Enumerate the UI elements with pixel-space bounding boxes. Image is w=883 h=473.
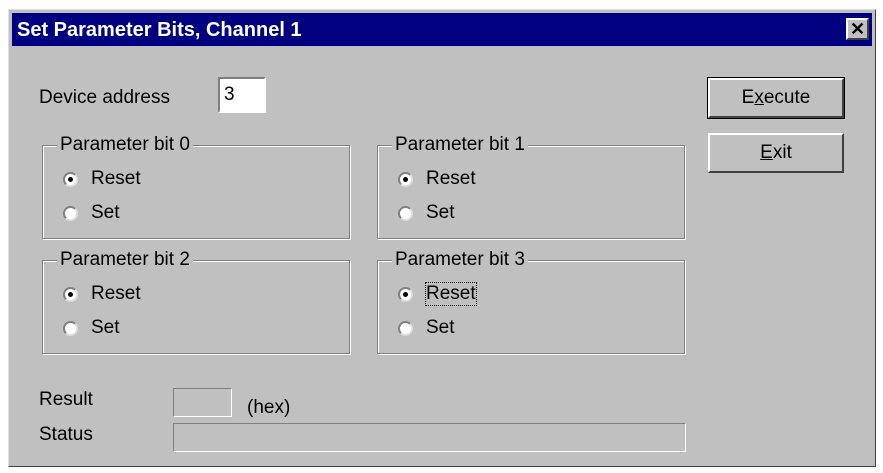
parameter-bit-0-reset-option[interactable]: Reset <box>63 168 141 190</box>
result-field <box>173 388 232 417</box>
radio-button-checked[interactable] <box>398 286 413 302</box>
radio-label: Set <box>91 202 120 223</box>
parameter-bit-0-set-option[interactable]: Set <box>63 202 120 224</box>
parameter-bit-0-group: Parameter bit 0 Reset Set <box>42 134 350 239</box>
radio-label: Set <box>426 317 455 338</box>
execute-button[interactable]: Ex ecute <box>707 77 845 119</box>
execute-label-pre: E <box>741 87 755 108</box>
radio-button[interactable] <box>398 320 413 336</box>
execute-label-accel: x <box>754 87 764 108</box>
result-label: Result <box>39 389 93 410</box>
parameter-bit-3-title: Parameter bit 3 <box>392 249 528 271</box>
radio-button-checked[interactable] <box>398 171 413 187</box>
status-label: Status <box>39 424 93 445</box>
parameter-bit-1-set-option[interactable]: Set <box>398 202 455 224</box>
status-field <box>173 423 686 452</box>
device-address-label: Device address <box>39 87 170 108</box>
parameter-bit-3-reset-option[interactable]: Reset <box>398 282 477 306</box>
radio-button-checked[interactable] <box>63 286 78 302</box>
device-address-input[interactable]: 3 <box>218 77 266 113</box>
exit-button[interactable]: Exit <box>708 133 844 173</box>
parameter-bit-2-title: Parameter bit 2 <box>57 249 193 271</box>
radio-button[interactable] <box>398 205 413 221</box>
parameter-bit-2-reset-option[interactable]: Reset <box>63 283 141 305</box>
parameter-bit-0-title: Parameter bit 0 <box>57 134 193 156</box>
radio-button[interactable] <box>63 320 78 336</box>
parameter-bit-3-set-option[interactable]: Set <box>398 317 455 339</box>
parameter-bit-2-group: Parameter bit 2 Reset Set <box>42 249 350 354</box>
result-unit-label: (hex) <box>247 397 291 418</box>
dialog-window: Set Parameter Bits, Channel 1 ✕ Device a… <box>8 9 876 467</box>
parameter-bit-3-group: Parameter bit 3 Reset Set <box>377 249 685 354</box>
radio-label: Set <box>91 317 120 338</box>
close-icon: ✕ <box>849 19 866 39</box>
execute-label-post: ecute <box>763 87 811 108</box>
radio-label-focused: Reset <box>425 282 477 306</box>
radio-label: Reset <box>91 168 141 189</box>
parameter-bit-1-group: Parameter bit 1 Reset Set <box>377 134 685 239</box>
radio-label: Reset <box>426 168 476 189</box>
parameter-bit-2-set-option[interactable]: Set <box>63 317 120 339</box>
radio-label: Reset <box>91 283 141 304</box>
radio-button[interactable] <box>63 205 78 221</box>
window-title: Set Parameter Bits, Channel 1 <box>17 19 302 41</box>
parameter-bit-1-title: Parameter bit 1 <box>392 134 528 156</box>
parameter-bit-1-reset-option[interactable]: Reset <box>398 168 476 190</box>
title-bar[interactable]: Set Parameter Bits, Channel 1 ✕ <box>12 13 872 46</box>
exit-label-post: xit <box>772 142 792 163</box>
exit-label-accel: E <box>760 142 773 163</box>
close-button[interactable]: ✕ <box>846 18 869 40</box>
radio-label: Set <box>426 202 455 223</box>
radio-button-checked[interactable] <box>63 171 78 187</box>
